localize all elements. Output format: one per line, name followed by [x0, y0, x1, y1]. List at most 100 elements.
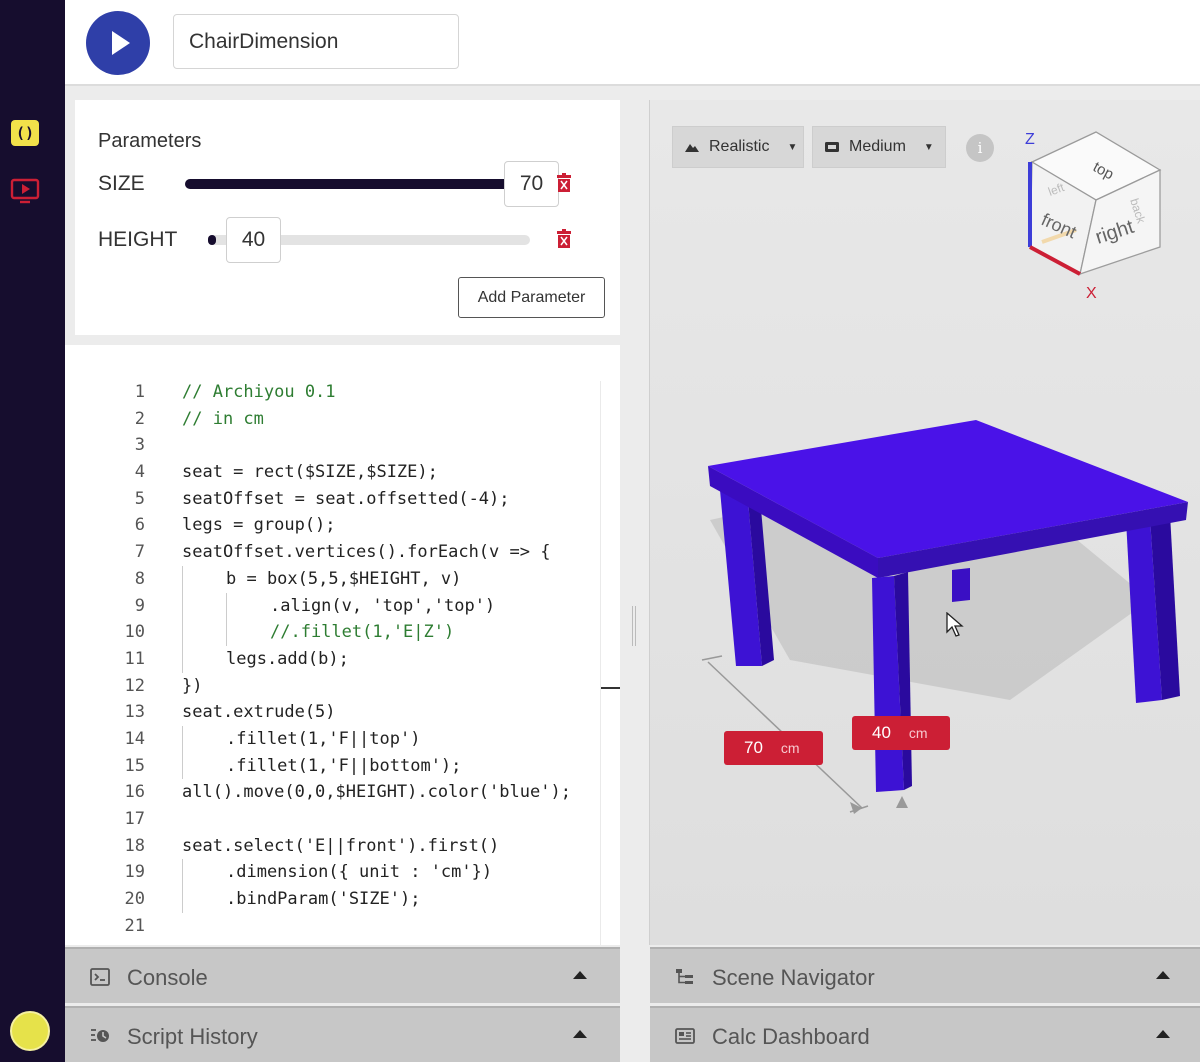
- code-line[interactable]: 8 b = box(5,5,$HEIGHT, v): [65, 565, 600, 593]
- code-line[interactable]: 4 seat = rect($SIZE,$SIZE);: [65, 459, 600, 486]
- code-line[interactable]: 12}): [65, 673, 600, 700]
- render-mode-dropdown[interactable]: Realistic ▼: [672, 126, 804, 168]
- code-line[interactable]: 3: [65, 432, 600, 459]
- slider-value[interactable]: 70: [504, 161, 559, 207]
- line-text: all().move(0,0,$HEIGHT).color('blue');: [182, 782, 571, 803]
- code-editor[interactable]: 1 // Archiyou 0.1 2 // in cm 3 4 seat = rect($…: [65, 345, 620, 945]
- top-bar: [65, 0, 1200, 86]
- caret-up-icon[interactable]: [1156, 971, 1170, 979]
- dimension-value: 70: [744, 738, 763, 757]
- axis-z-label: Z: [1025, 131, 1035, 148]
- dimension-label-height[interactable]: 40 cm: [852, 716, 950, 750]
- param-row-size: SIZE 70: [98, 161, 598, 207]
- parameters-panel: Parameters SIZE 70 HEIGHT 40 Add Paramet…: [75, 100, 620, 335]
- line-number: 1: [134, 382, 145, 402]
- code-line[interactable]: 18 seat.select('E||front').first(): [65, 833, 600, 860]
- line-number: 17: [124, 809, 145, 829]
- presentation-button[interactable]: [10, 176, 40, 206]
- divider-grip[interactable]: [632, 606, 636, 646]
- trash-icon[interactable]: [556, 229, 572, 249]
- parentheses-icon: (): [11, 120, 39, 146]
- line-number: 4: [134, 462, 145, 483]
- code-line[interactable]: 13 seat.extrude(5): [65, 699, 600, 726]
- dimension-value: 40: [872, 723, 891, 742]
- line-number: 16: [124, 782, 145, 803]
- line-text: // in cm: [182, 408, 264, 429]
- line-text: //.fillet(1,'E|Z'): [270, 622, 455, 643]
- trash-icon[interactable]: [556, 173, 572, 193]
- line-number: 12: [124, 675, 145, 696]
- code-lines[interactable]: 1 // Archiyou 0.1 2 // in cm 3 4 seat = rect($…: [65, 379, 600, 939]
- code-line[interactable]: 19 .dimension({ unit : 'cm'}): [65, 859, 600, 887]
- script-name-input[interactable]: [173, 14, 459, 69]
- line-number: 8: [134, 568, 145, 589]
- code-line[interactable]: 16 all().move(0,0,$HEIGHT).color('blue');: [65, 779, 600, 806]
- line-text: .dimension({ unit : 'cm'}): [226, 862, 493, 883]
- code-line[interactable]: 17: [65, 806, 600, 833]
- leg-back-right: [952, 568, 970, 602]
- indent-guide: [182, 565, 183, 593]
- caret-up-icon[interactable]: [573, 971, 587, 979]
- line-text: b = box(5,5,$HEIGHT, v): [226, 568, 462, 589]
- caret-down-icon: ▼: [923, 141, 934, 153]
- script-history-panel-header[interactable]: Script History: [65, 1006, 620, 1062]
- dimension-label-size[interactable]: 70 cm: [724, 731, 823, 765]
- caret-up-icon[interactable]: [573, 1030, 587, 1038]
- line-number: 21: [124, 915, 145, 936]
- console-label: Console: [127, 965, 208, 990]
- line-number: 11: [124, 648, 145, 669]
- 3d-viewport[interactable]: Realistic ▼ Medium ▼ i top back left fro…: [649, 100, 1200, 945]
- parameters-title: Parameters: [98, 130, 202, 152]
- axis-x-label: X: [1086, 285, 1097, 302]
- code-line[interactable]: 14 .fillet(1,'F||top'): [65, 725, 600, 753]
- line-number: 7: [134, 542, 145, 563]
- code-line[interactable]: 21: [65, 913, 600, 940]
- slider-value[interactable]: 40: [226, 217, 281, 263]
- navigation-cube[interactable]: top back left front right Z X: [1020, 122, 1170, 312]
- dimension-arrow: [850, 802, 862, 814]
- scene-navigator-label: Scene Navigator: [712, 965, 875, 990]
- calc-dashboard-panel-header[interactable]: Calc Dashboard: [650, 1006, 1200, 1062]
- code-line[interactable]: 11 legs.add(b);: [65, 645, 600, 673]
- scene-navigator-panel-header[interactable]: Scene Navigator: [650, 947, 1200, 1003]
- param-row-height: HEIGHT 40: [98, 217, 598, 263]
- code-line[interactable]: 2 // in cm: [65, 406, 600, 433]
- line-text: .align(v, 'top','top'): [270, 595, 496, 616]
- indent-guide: [182, 859, 183, 887]
- info-icon[interactable]: i: [966, 134, 994, 162]
- calc-dashboard-label: Calc Dashboard: [712, 1024, 870, 1049]
- code-line[interactable]: 15 .fillet(1,'F||bottom');: [65, 752, 600, 780]
- code-line[interactable]: 6 legs = group();: [65, 512, 600, 539]
- indent-guide: [182, 725, 183, 753]
- param-name: SIZE: [98, 172, 145, 195]
- param-name: HEIGHT: [98, 228, 178, 251]
- user-avatar[interactable]: [10, 1011, 50, 1051]
- console-panel-header[interactable]: Console: [65, 947, 620, 1003]
- hd-icon: [825, 142, 839, 152]
- line-number: 20: [124, 889, 145, 910]
- quality-dropdown[interactable]: Medium ▼: [812, 126, 946, 168]
- slider-fill: [208, 235, 216, 245]
- line-text: seatOffset = seat.offsetted(-4);: [182, 488, 510, 509]
- render-mode-label: Realistic: [709, 138, 770, 155]
- line-text: // Archiyou 0.1: [182, 382, 336, 402]
- terminal-icon: [90, 968, 110, 986]
- dashboard-icon: [675, 1028, 695, 1044]
- code-line[interactable]: 10 //.fillet(1,'E|Z'): [65, 619, 600, 646]
- run-script-button[interactable]: [86, 11, 150, 75]
- code-line[interactable]: 5 seatOffset = seat.offsetted(-4);: [65, 486, 600, 513]
- code-line[interactable]: 1 // Archiyou 0.1: [65, 379, 600, 406]
- editor-scrollbar[interactable]: [600, 381, 620, 945]
- scrollbar-thumb[interactable]: [601, 687, 620, 689]
- code-line[interactable]: 20 .bindParam('SIZE');: [65, 886, 600, 913]
- code-line[interactable]: 9 .align(v, 'top','top'): [65, 592, 600, 620]
- size-slider[interactable]: [185, 179, 530, 189]
- split-divider[interactable]: [620, 86, 649, 946]
- code-editor-button[interactable]: (): [10, 118, 40, 148]
- dimension-arrow-height: [896, 796, 908, 808]
- caret-up-icon[interactable]: [1156, 1030, 1170, 1038]
- line-text: .fillet(1,'F||bottom');: [226, 755, 462, 776]
- add-parameter-button[interactable]: Add Parameter: [458, 277, 605, 318]
- code-line[interactable]: 7 seatOffset.vertices().forEach(v => {: [65, 539, 600, 566]
- indent-guide: [182, 619, 183, 646]
